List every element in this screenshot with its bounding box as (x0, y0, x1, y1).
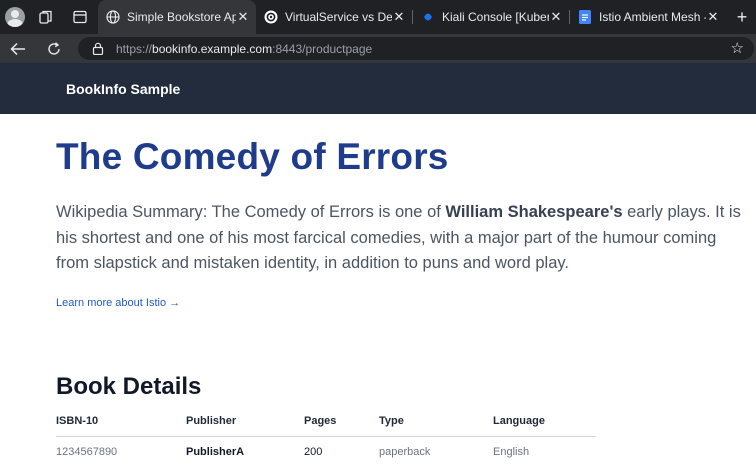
summary-text: Wikipedia Summary: The Comedy of Errors … (56, 203, 446, 221)
tab-title: VirtualService vs Destinati (285, 10, 392, 24)
new-tab-icon[interactable]: + (730, 0, 754, 34)
bookmark-star-icon[interactable]: ☆ (731, 39, 744, 57)
type-cell: paperback (379, 446, 431, 458)
openai-icon (264, 10, 278, 24)
globe-icon (106, 10, 120, 24)
kiali-icon (421, 10, 435, 24)
tab-virtualservice[interactable]: VirtualService vs Destinati ✕ (256, 0, 412, 34)
page-title: The Comedy of Errors (56, 136, 449, 177)
reload-icon[interactable] (42, 34, 66, 63)
close-icon[interactable]: ✕ (549, 9, 563, 25)
pages-cell: 200 (304, 446, 323, 458)
back-icon[interactable] (6, 34, 30, 63)
book-details-table: ISBN-10 Publisher Pages Type Language 12… (56, 406, 596, 467)
book-details-heading: Book Details (56, 373, 202, 400)
tab-kiali[interactable]: Kiali Console [Kubernete ✕ (413, 0, 569, 34)
column-header: ISBN-10 (56, 406, 186, 437)
brand-link[interactable]: BookInfo Sample (66, 81, 180, 97)
summary-author: William Shakespeare's (445, 203, 623, 221)
url-bar[interactable]: https://bookinfo.example.com:8443/produc… (78, 37, 754, 60)
book-summary: Wikipedia Summary: The Comedy of Errors … (56, 200, 746, 277)
tab-title: Istio Ambient Mesh - Goo (599, 10, 706, 24)
column-header: Language (493, 406, 596, 437)
site-navbar: BookInfo Sample (0, 63, 756, 114)
column-header: Pages (304, 406, 379, 437)
url-path: :8443/productpage (272, 41, 373, 56)
address-toolbar: https://bookinfo.example.com:8443/produc… (0, 34, 756, 63)
workspaces-icon[interactable] (34, 0, 58, 34)
column-header: Publisher (186, 406, 304, 437)
url-text: https://bookinfo.example.com:8443/produc… (116, 42, 372, 56)
url-scheme: https:// (116, 41, 153, 56)
table-header-row: ISBN-10 Publisher Pages Type Language (56, 406, 596, 437)
close-icon[interactable]: ✕ (236, 9, 250, 25)
tab-simple-bookstore[interactable]: Simple Bookstore App ✕ (98, 0, 256, 34)
tab-strip: Simple Bookstore App ✕ VirtualService vs… (0, 0, 756, 34)
docs-icon (578, 10, 592, 24)
publisher-cell: PublisherA (186, 446, 245, 458)
tab-istio-ambient[interactable]: Istio Ambient Mesh - Goo ✕ (570, 0, 726, 34)
table-row: 1234567890 PublisherA 200 paperback Engl… (56, 437, 596, 468)
url-host: bookinfo.example.com (152, 41, 273, 56)
language-cell: English (493, 446, 530, 458)
close-icon[interactable]: ✕ (706, 9, 720, 25)
close-icon[interactable]: ✕ (392, 9, 406, 25)
profile-avatar[interactable] (2, 0, 28, 34)
isbn-cell: 1234567890 (56, 446, 118, 458)
column-header: Type (379, 406, 493, 437)
learn-more-link[interactable]: Learn more about Istio → (56, 297, 180, 309)
site-info-icon[interactable] (90, 42, 106, 55)
tab-title: Simple Bookstore App (127, 10, 236, 24)
user-icon (5, 7, 25, 27)
tab-title: Kiali Console [Kubernete (442, 10, 549, 24)
tab-actions-icon[interactable] (68, 0, 92, 34)
